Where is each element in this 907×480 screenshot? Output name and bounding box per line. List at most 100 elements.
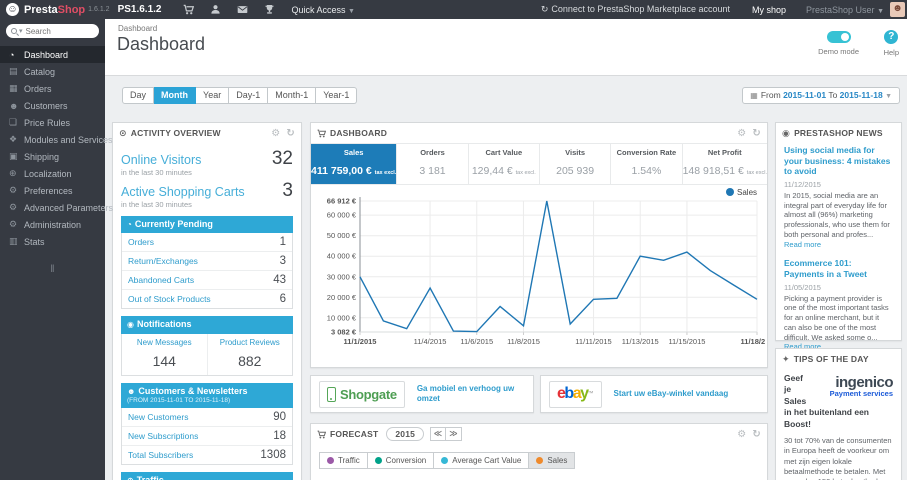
lightbulb-icon: ✦ <box>782 353 790 364</box>
notif-new-messages: New Messages 144 <box>136 337 192 369</box>
svg-text:66 912 €: 66 912 € <box>327 197 357 206</box>
kpi-cart-value[interactable]: Cart Value 129,44 € tax excl. <box>467 144 539 184</box>
svg-text:10 000 €: 10 000 € <box>327 313 357 322</box>
article-title[interactable]: Using social media for your business: 4 … <box>784 145 893 177</box>
trophy-icon[interactable] <box>264 4 275 15</box>
svg-text:11/11/2015: 11/11/2015 <box>575 337 611 346</box>
sidebar-search: ▾ <box>6 24 99 38</box>
previous-year-button[interactable]: ≪ <box>430 427 447 441</box>
legend-average-cart-value[interactable]: Average Cart Value <box>434 452 530 469</box>
mail-icon[interactable] <box>237 4 248 15</box>
traffic-dot-icon <box>327 457 334 464</box>
shopgate-logo[interactable]: Shopgate <box>319 380 405 408</box>
sidebar-item-stats[interactable]: ▥ Stats <box>0 233 105 250</box>
date-range-picker[interactable]: ▦ From 2015-11-01 To 2015-11-18 ▼ <box>742 87 900 104</box>
avg-cart-dot-icon <box>441 457 449 464</box>
bell-icon: ◉ <box>127 320 134 330</box>
main-content: Dashboard Dashboard Demo mode ? Help Day… <box>105 19 907 480</box>
sidebar-item-dashboard[interactable]: ◔ Dashboard <box>0 46 105 63</box>
clock-icon: ◔ <box>127 220 132 229</box>
svg-text:11/6/2015: 11/6/2015 <box>460 337 493 346</box>
article-excerpt: In 2015, social media are an integral pa… <box>784 190 890 239</box>
sidebar-item-catalog[interactable]: ▤ Catalog <box>0 63 105 80</box>
kpi-conversion-rate[interactable]: Conversion Rate 1.54% <box>610 144 681 184</box>
next-year-button[interactable]: ≫ <box>446 427 463 441</box>
tab-year[interactable]: Year <box>196 87 230 104</box>
ingenico-logo[interactable]: ingenico Payment services <box>815 375 894 398</box>
sidebar-item-shipping[interactable]: ▣ Shipping <box>0 148 105 165</box>
sidebar-item-orders[interactable]: ▦ Orders <box>0 80 105 97</box>
search-input[interactable] <box>25 26 81 36</box>
customer-icon[interactable] <box>210 4 221 15</box>
demo-mode-toggle[interactable] <box>826 31 851 43</box>
legend-conversion[interactable]: Conversion <box>367 452 435 469</box>
svg-text:11/15/2015: 11/15/2015 <box>668 337 705 346</box>
customers-row-new-customers: New Customers 90 <box>128 410 286 423</box>
sidebar-item-administration[interactable]: ⚙ Administration <box>0 216 105 233</box>
kpi-visits[interactable]: Visits 205 939 <box>538 144 610 184</box>
shopgate-module: Shopgate Ga mobiel en verhoog uw omzet <box>310 375 534 413</box>
shopgate-link[interactable]: Ga mobiel en verhoog uw omzet <box>417 384 525 405</box>
sidebar-item-preferences[interactable]: ⚙ Preferences <box>0 182 105 199</box>
tab-month[interactable]: Month <box>154 87 197 104</box>
refresh-icon[interactable]: ↻ <box>752 128 761 139</box>
svg-text:11/4/2015: 11/4/2015 <box>414 337 447 346</box>
tab-day[interactable]: Day <box>122 87 155 104</box>
pending-row-orders: Orders 1 <box>128 236 286 249</box>
user-menu[interactable]: PrestaShop User ▼ <box>806 5 884 15</box>
gear-icon[interactable]: ⚙ <box>737 429 746 440</box>
gears-icon: ⚙ <box>9 202 18 212</box>
user-icon: ☻ <box>127 386 136 396</box>
sidebar-item-customers[interactable]: ☻ Customers <box>0 97 105 114</box>
cart-icon[interactable] <box>183 4 195 15</box>
conversion-dot-icon <box>374 457 382 464</box>
user-avatar[interactable]: ☻ <box>890 2 905 17</box>
tips-body-text: 30 tot 70% van de consumenten in Europa … <box>784 436 892 480</box>
gear-icon[interactable]: ⚙ <box>737 128 746 139</box>
quick-access-menu[interactable]: Quick Access ▼ <box>291 5 354 15</box>
tab-day-1[interactable]: Day-1 <box>229 87 269 104</box>
chevron-down-icon: ▼ <box>877 7 884 15</box>
sidebar-collapse-button[interactable]: ‖ <box>0 264 105 275</box>
svg-text:11/13/2015: 11/13/2015 <box>622 337 659 346</box>
svg-text:20 000 €: 20 000 € <box>327 293 357 302</box>
tab-year-1[interactable]: Year-1 <box>316 87 358 104</box>
gear-icon[interactable]: ⚙ <box>271 128 280 139</box>
refresh-icon[interactable]: ↻ <box>752 429 761 440</box>
help-icon[interactable]: ? <box>884 30 899 44</box>
calendar-icon: ▦ <box>750 91 758 100</box>
kpi-orders[interactable]: Orders 3 181 <box>396 144 467 184</box>
kpi-sales[interactable]: Sales 411 759,00 € tax excl. <box>311 144 397 184</box>
svg-text:11/1/2015: 11/1/2015 <box>344 337 377 346</box>
legend-sales[interactable]: Sales <box>529 452 576 469</box>
sidebar-item-price-rules[interactable]: ❏ Price Rules <box>0 114 105 131</box>
ebay-logo[interactable]: ebay ™ <box>549 380 602 408</box>
tab-month-1[interactable]: Month-1 <box>268 87 317 104</box>
globe-icon: ⊕ <box>9 168 17 178</box>
period-tabs: Day Month Year Day-1 Month-1 Year-1 <box>122 87 358 104</box>
sidebar-item-advanced-parameters[interactable]: ⚙ Advanced Parameters <box>0 199 113 216</box>
cart-icon <box>317 430 326 439</box>
sidebar: ▾ ◔Dashboard ▤Catalog ▦Orders ☻Customers… <box>0 19 113 480</box>
prestashop-news-panel: ◉ PRESTASHOP NEWS Using social media for … <box>775 122 902 374</box>
sidebar-item-localization[interactable]: ⊕ Localization <box>0 165 105 182</box>
kpi-net-profit[interactable]: Net Profit 148 918,51 € tax excl. <box>681 144 767 184</box>
sales-dot-icon <box>536 457 544 464</box>
ebay-module: ebay ™ Start uw eBay-winkel vandaag <box>540 375 768 413</box>
read-more-link[interactable]: Read more <box>784 240 821 249</box>
broadcast-icon: ◉ <box>782 127 791 138</box>
sales-line <box>359 200 758 333</box>
page-title: Dashboard <box>117 34 206 54</box>
my-shop-link[interactable]: My shop <box>752 5 786 15</box>
article-title[interactable]: Ecommerce 101: Payments in a Tweet <box>784 258 893 279</box>
legend-traffic[interactable]: Traffic <box>319 452 368 469</box>
activity-overview-panel: ⊙ ACTIVITY OVERVIEW ⚙ ↻ Online Visitors 32 … <box>112 122 302 480</box>
marketplace-connect-link[interactable]: ↻ Connect to PrestaShop Marketplace accou… <box>541 4 730 15</box>
ebay-link[interactable]: Start uw eBay-winkel vandaag <box>614 389 729 399</box>
sidebar-item-modules[interactable]: ❖ Modules and Services <box>0 131 113 148</box>
chevron-down-icon[interactable]: ▾ <box>19 27 23 35</box>
online-visitors-label[interactable]: Online Visitors <box>121 153 201 167</box>
activity-panel-title: ACTIVITY OVERVIEW <box>130 128 221 138</box>
active-carts-label[interactable]: Active Shopping Carts <box>121 185 245 199</box>
refresh-icon[interactable]: ↻ <box>286 128 295 139</box>
